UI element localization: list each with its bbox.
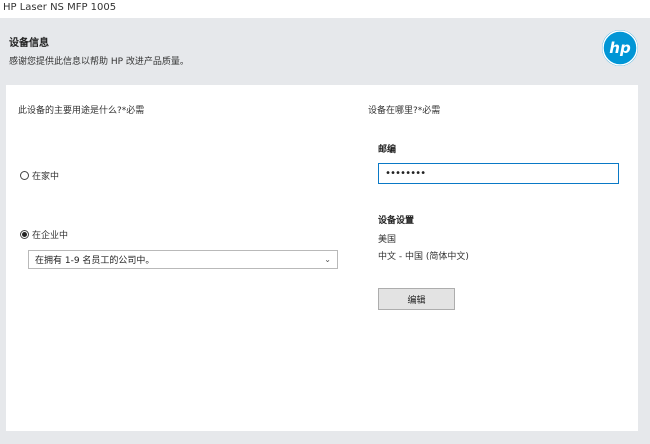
hp-logo-icon: hp	[602, 30, 638, 66]
radio-business[interactable]: 在企业中	[20, 228, 68, 241]
page-header: 设备信息 感谢您提供此信息以帮助 HP 改进产品质量。	[0, 18, 650, 78]
location-question: 设备在哪里?*必需	[368, 106, 441, 116]
form-panel: 此设备的主要用途是什么?*必需 在家中 在企业中 在拥有 1-9 名员工的公司中…	[6, 85, 638, 431]
postal-code-label: 邮编	[378, 145, 397, 155]
company-size-select[interactable]: 在拥有 1-9 名员工的公司中。 ⌄	[28, 250, 338, 269]
edit-button[interactable]: 编辑	[378, 288, 455, 310]
language-value: 中文 - 中国 (简体中文)	[378, 252, 469, 262]
page-title: 设备信息	[9, 38, 49, 49]
radio-home-label: 在家中	[32, 172, 60, 182]
window-title: HP Laser NS MFP 1005	[3, 2, 117, 13]
chevron-down-icon: ⌄	[324, 255, 331, 264]
device-settings-heading: 设备设置	[378, 216, 415, 226]
company-size-value: 在拥有 1-9 名员工的公司中。	[35, 256, 155, 266]
radio-home[interactable]: 在家中	[20, 169, 59, 182]
country-value: 美国	[378, 235, 397, 245]
window-titlebar: HP Laser NS MFP 1005	[0, 0, 650, 18]
radio-business-dot[interactable]	[20, 230, 29, 239]
postal-code-input[interactable]: ••••••••	[378, 163, 619, 184]
page-subtitle: 感谢您提供此信息以帮助 HP 改进产品质量。	[9, 57, 189, 67]
radio-home-dot[interactable]	[20, 171, 29, 180]
radio-business-label: 在企业中	[32, 231, 69, 241]
usage-question: 此设备的主要用途是什么?*必需	[18, 106, 145, 116]
svg-text:hp: hp	[609, 39, 631, 57]
